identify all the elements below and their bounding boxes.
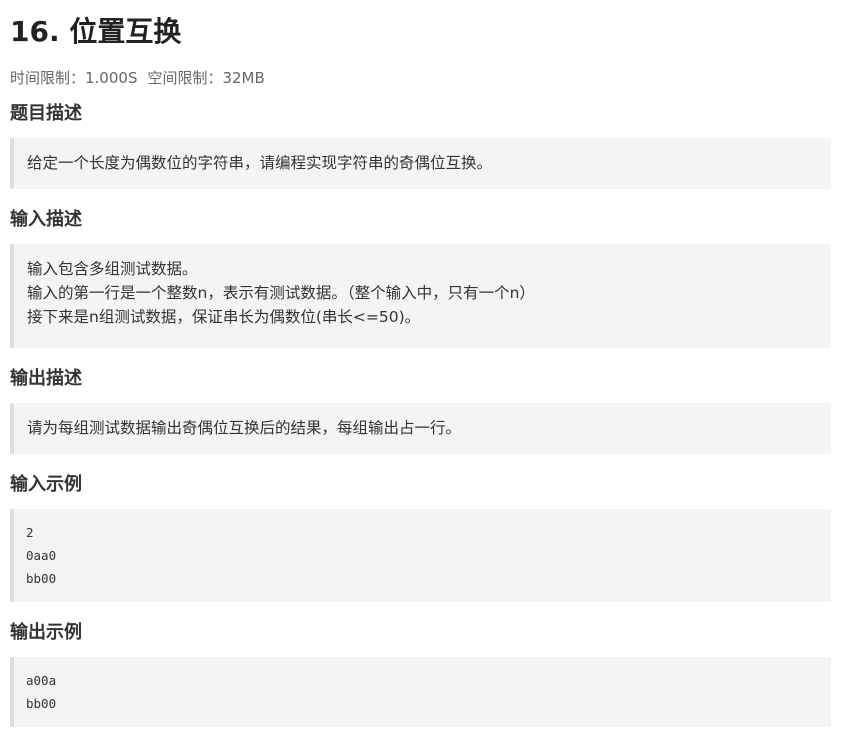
input-heading: 输入描述 xyxy=(10,209,82,230)
sample-output-line: bb00 xyxy=(26,696,57,711)
sample-output-box: a00a bb00 xyxy=(10,657,831,727)
sample-input-line: bb00 xyxy=(26,571,57,586)
output-heading: 输出描述 xyxy=(10,368,82,389)
problem-title: 16. 位置互换 xyxy=(10,15,182,48)
problem-limits: 时间限制：1.000S 空间限制：32MB xyxy=(10,67,831,89)
sample-input-line: 2 xyxy=(26,525,34,540)
input-description-line: 接下来是n组测试数据，保证串长为偶数位(串长<=50)。 xyxy=(27,308,421,326)
description-heading: 题目描述 xyxy=(10,103,82,124)
input-description-line: 输入的第一行是一个整数n，表示有测试数据。（整个输入中，只有一个n） xyxy=(27,284,535,302)
memory-limit: 空间限制：32MB xyxy=(147,69,265,87)
sample-input-line: 0aa0 xyxy=(26,548,57,563)
sample-input-heading: 输入示例 xyxy=(10,474,82,495)
input-description-line: 输入包含多组测试数据。 xyxy=(27,260,198,278)
description-box: 给定一个长度为偶数位的字符串，请编程实现字符串的奇偶位互换。 xyxy=(10,138,831,189)
sample-input-box: 2 0aa0 bb00 xyxy=(10,509,831,602)
sample-output-line: a00a xyxy=(26,673,57,688)
description-line: 给定一个长度为偶数位的字符串，请编程实现字符串的奇偶位互换。 xyxy=(27,154,493,172)
input-description-box: 输入包含多组测试数据。 输入的第一行是一个整数n，表示有测试数据。（整个输入中，… xyxy=(10,244,831,348)
output-description-box: 请为每组测试数据输出奇偶位互换后的结果，每组输出占一行。 xyxy=(10,403,831,454)
time-limit: 时间限制：1.000S xyxy=(10,69,138,87)
output-description-line: 请为每组测试数据输出奇偶位互换后的结果，每组输出占一行。 xyxy=(27,419,462,437)
sample-output-heading: 输出示例 xyxy=(10,622,82,643)
problem-page: 16. 位置互换 时间限制：1.000S 空间限制：32MB 题目描述 给定一个长… xyxy=(10,0,831,727)
